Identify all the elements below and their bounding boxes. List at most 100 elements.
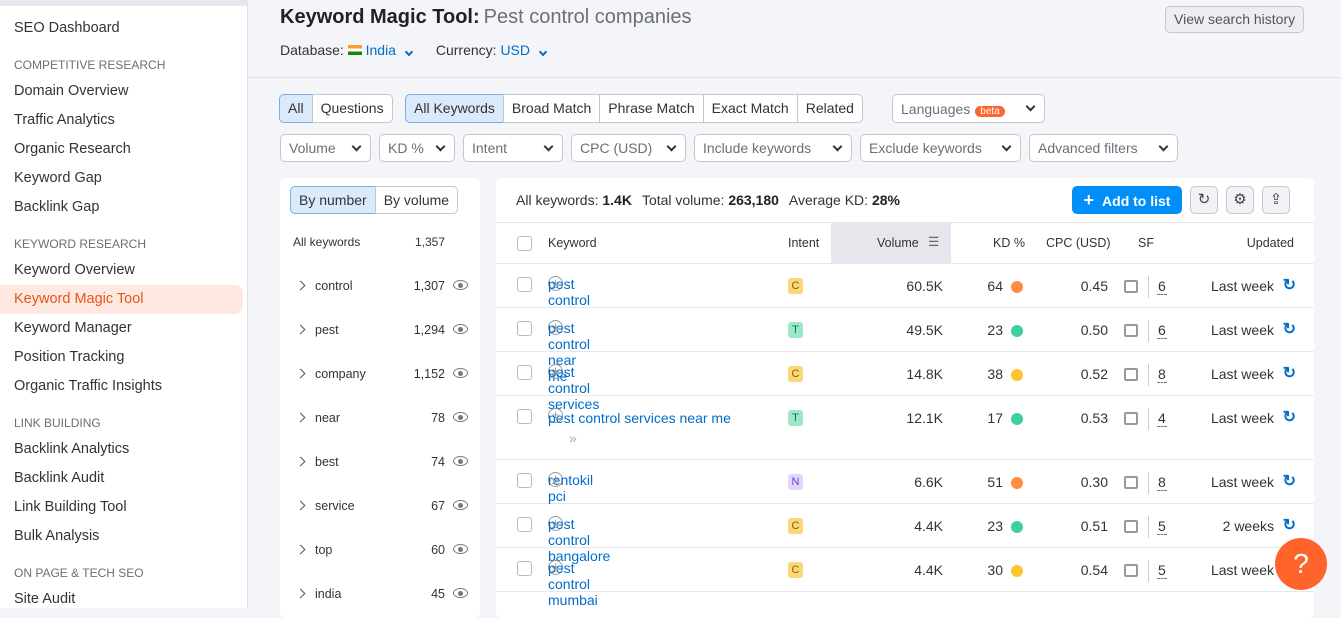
serp-icon[interactable] — [1124, 564, 1138, 577]
sidebar-item[interactable]: Backlink Audit — [0, 464, 247, 493]
filter-kd-[interactable]: KD % — [379, 134, 455, 162]
serp-icon[interactable] — [1124, 412, 1138, 425]
chevron-double-right-icon[interactable]: » — [569, 428, 577, 448]
refresh-icon[interactable]: ↻ — [1283, 363, 1296, 383]
select-all-checkbox[interactable] — [517, 236, 532, 251]
help-button[interactable]: ? — [1275, 538, 1327, 590]
sf-count[interactable]: 6 — [1157, 323, 1167, 339]
tab-exact-match[interactable]: Exact Match — [702, 94, 798, 123]
sidebar-item[interactable]: Backlink Gap — [0, 193, 247, 222]
serp-icon[interactable] — [1124, 280, 1138, 293]
sidebar-item[interactable]: Domain Overview — [0, 77, 247, 106]
add-to-list-button[interactable]: + Add to list — [1072, 186, 1182, 214]
row-checkbox[interactable] — [517, 277, 532, 292]
database-select[interactable]: India — [347, 42, 414, 58]
sidebar-item[interactable]: Traffic Analytics — [0, 106, 247, 135]
refresh-icon[interactable]: ↻ — [1283, 319, 1296, 339]
tab-phrase-match[interactable]: Phrase Match — [599, 94, 704, 123]
row-checkbox[interactable] — [517, 473, 532, 488]
view-search-history-button[interactable]: View search history — [1165, 6, 1305, 33]
chevron-right-icon[interactable] — [295, 412, 306, 423]
sidebar-item[interactable]: Keyword Magic Tool — [0, 285, 243, 314]
group-item[interactable]: pest 1,294 — [280, 308, 480, 352]
refresh-icon[interactable]: ↻ — [1283, 471, 1296, 491]
chevron-right-icon[interactable] — [295, 368, 306, 379]
refresh-icon[interactable]: ↻ — [1283, 407, 1296, 427]
sidebar-item[interactable]: Keyword Overview — [0, 256, 247, 285]
group-item[interactable]: control 1,307 — [280, 264, 480, 308]
tab-by-volume[interactable]: By volume — [374, 186, 459, 214]
tab-questions[interactable]: Questions — [311, 94, 393, 123]
settings-button[interactable]: ⚙ — [1226, 186, 1254, 214]
group-item[interactable]: top 60 — [280, 528, 480, 572]
group-item[interactable]: company 1,152 — [280, 352, 480, 396]
sidebar-item[interactable]: Link Building Tool — [0, 493, 247, 522]
sidebar-item[interactable]: Position Tracking — [0, 343, 247, 372]
chevron-right-icon[interactable] — [295, 456, 306, 467]
refresh-icon[interactable]: ↻ — [1283, 515, 1296, 535]
filter-volume[interactable]: Volume — [280, 134, 371, 162]
chevron-double-right-icon[interactable]: » — [551, 472, 559, 488]
row-checkbox[interactable] — [517, 321, 532, 336]
sf-count[interactable]: 8 — [1157, 367, 1167, 383]
sidebar-item[interactable]: Bulk Analysis — [0, 522, 247, 551]
chevron-double-right-icon[interactable]: » — [551, 320, 559, 336]
col-keyword[interactable]: Keyword — [548, 236, 597, 250]
chevron-right-icon[interactable] — [295, 500, 306, 511]
serp-icon[interactable] — [1124, 368, 1138, 381]
eye-icon[interactable] — [453, 456, 468, 466]
group-item[interactable]: best 74 — [280, 440, 480, 484]
chevron-right-icon[interactable] — [295, 324, 306, 335]
filter-intent[interactable]: Intent — [463, 134, 563, 162]
col-kd[interactable]: KD % — [993, 236, 1025, 250]
sf-count[interactable]: 8 — [1157, 475, 1167, 491]
eye-icon[interactable] — [453, 544, 468, 554]
col-intent[interactable]: Intent — [788, 236, 819, 250]
sf-count[interactable]: 5 — [1157, 563, 1167, 579]
refresh-icon[interactable]: ↻ — [1283, 275, 1296, 295]
row-checkbox[interactable] — [517, 561, 532, 576]
chevron-right-icon[interactable] — [295, 280, 306, 291]
group-item[interactable]: service 67 — [280, 484, 480, 528]
eye-icon[interactable] — [453, 324, 468, 334]
sidebar-item[interactable]: Organic Research — [0, 135, 247, 164]
sf-count[interactable]: 4 — [1157, 411, 1167, 427]
filter-include-keywords[interactable]: Include keywords — [694, 134, 852, 162]
filter-advanced-filters[interactable]: Advanced filters — [1029, 134, 1178, 162]
chevron-right-icon[interactable] — [295, 588, 306, 599]
chevron-right-icon[interactable] — [295, 544, 306, 555]
row-checkbox[interactable] — [517, 517, 532, 532]
sidebar-item[interactable]: Site Audit — [0, 585, 247, 614]
serp-icon[interactable] — [1124, 324, 1138, 337]
group-item[interactable]: near 78 — [280, 396, 480, 440]
filter-exclude-keywords[interactable]: Exclude keywords — [860, 134, 1021, 162]
sf-count[interactable]: 5 — [1157, 519, 1167, 535]
languages-dropdown[interactable]: Languages beta — [892, 94, 1045, 123]
tab-related[interactable]: Related — [796, 94, 863, 123]
row-checkbox[interactable] — [517, 409, 532, 424]
eye-icon[interactable] — [453, 500, 468, 510]
refresh-button[interactable]: ↻ — [1190, 186, 1218, 214]
tab-all-keywords[interactable]: All Keywords — [405, 94, 504, 123]
sidebar-item[interactable]: Organic Traffic Insights — [0, 372, 247, 401]
tab-by-number[interactable]: By number — [290, 186, 376, 214]
row-checkbox[interactable] — [517, 365, 532, 380]
keyword-link[interactable]: pest control services near me — [548, 408, 731, 428]
currency-select[interactable]: USD — [500, 42, 548, 58]
chevron-double-right-icon[interactable]: » — [551, 560, 559, 576]
export-button[interactable]: ⇪ — [1262, 186, 1290, 214]
tab-all[interactable]: All — [279, 94, 313, 123]
serp-icon[interactable] — [1124, 476, 1138, 489]
sort-icon[interactable]: ☰ — [928, 234, 939, 249]
eye-icon[interactable] — [453, 588, 468, 598]
eye-icon[interactable] — [453, 368, 468, 378]
filter-cpc-usd-[interactable]: CPC (USD) — [571, 134, 686, 162]
col-sf[interactable]: SF — [1138, 236, 1154, 250]
col-cpc[interactable]: CPC (USD) — [1046, 236, 1111, 250]
tab-broad-match[interactable]: Broad Match — [502, 94, 601, 123]
eye-icon[interactable] — [453, 412, 468, 422]
sidebar-item[interactable]: SEO Dashboard — [0, 14, 247, 43]
sidebar-item[interactable]: Keyword Manager — [0, 314, 247, 343]
sidebar-item[interactable]: Backlink Analytics — [0, 435, 247, 464]
eye-icon[interactable] — [453, 280, 468, 290]
